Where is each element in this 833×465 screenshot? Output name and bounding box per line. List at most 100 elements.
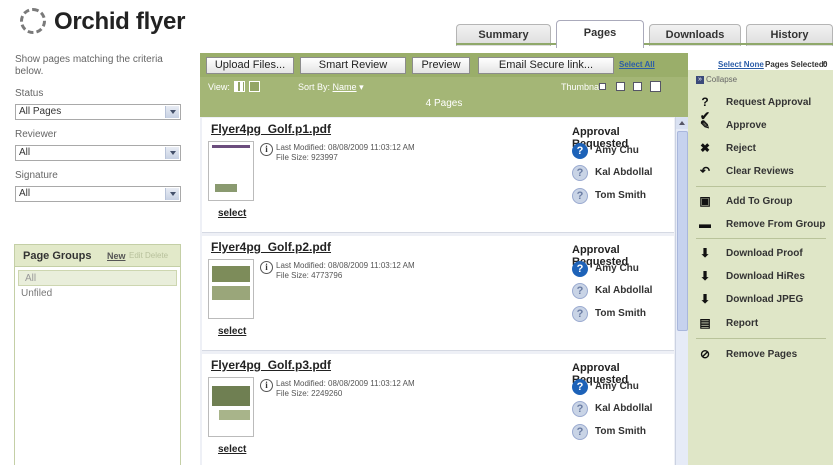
reviewer-name: Kal Abdollal (595, 403, 653, 414)
sort-label: Sort By: (298, 82, 331, 92)
select-none-link[interactable]: Select None (718, 60, 764, 69)
orchid-logo-icon (20, 8, 46, 34)
header: Orchid flyer Summary Pages Downloads His… (0, 0, 833, 48)
thumbnail-xlarge-icon[interactable] (650, 81, 661, 92)
view-label: View: (208, 82, 230, 92)
view-bar: View: Sort By: Name ▾ Thumbnail: 4 Pages (200, 77, 688, 117)
question-icon: ? (572, 165, 588, 181)
select-link[interactable]: select (218, 208, 246, 219)
reviewer-name: Kal Abdollal (595, 285, 653, 296)
question-icon: ? (572, 283, 588, 299)
divider (696, 338, 826, 339)
reviewer-select[interactable]: All (15, 145, 181, 161)
action-toolbar: Upload Files... Smart Review Preview Ema… (200, 53, 688, 77)
status-select[interactable]: All Pages (15, 104, 181, 120)
question-icon: ? (572, 379, 588, 395)
thumbnail-medium-icon[interactable] (616, 82, 625, 91)
filter-sidebar: Show pages matching the criteria below. … (0, 50, 196, 465)
reject-label: Reject (726, 143, 757, 154)
app-title: Orchid flyer (54, 8, 186, 35)
page-file-name[interactable]: Flyer4pg_Golf.p3.pdf (211, 358, 331, 372)
page-groups-panel: Page Groups New Edit Delete All Unfiled (14, 244, 181, 465)
group-item-all[interactable]: All (18, 270, 177, 286)
scroll-thumb[interactable] (677, 131, 688, 331)
thumbnail-small-icon[interactable] (599, 83, 606, 90)
collapse-label: Collapse (706, 75, 738, 84)
approve-icon: ✎ (699, 118, 711, 132)
status-label: Status (15, 88, 44, 99)
request-approval-label: Request Approval (726, 97, 812, 108)
page-meta: Last Modified: 08/08/2009 11:03:12 AM Fi… (276, 261, 415, 281)
remove-pages-icon: ⊘ (699, 347, 711, 361)
thumb-image (212, 266, 250, 282)
thumbnail-large-icon[interactable] (633, 82, 642, 91)
undo-icon: ↶ (699, 164, 711, 178)
thumb-header (212, 145, 250, 148)
grid-view-icon[interactable] (234, 81, 245, 92)
page-list-scrollbar[interactable] (675, 117, 688, 465)
thumb-image (212, 286, 250, 300)
scroll-up-icon[interactable] (676, 117, 688, 129)
select-all-link[interactable]: Select All (619, 60, 655, 69)
upload-files-button[interactable]: Upload Files... (206, 57, 294, 74)
page-file-name[interactable]: Flyer4pg_Golf.p1.pdf (211, 122, 331, 136)
pages-selected-label: Pages Selected: (765, 60, 827, 69)
reviewer-name: Kal Abdollal (595, 167, 653, 178)
reviewer-name: Amy Chu (595, 263, 639, 274)
smart-review-button[interactable]: Smart Review (300, 57, 406, 74)
remove-from-group-label: Remove From Group (726, 219, 826, 230)
collapse-toggle[interactable]: » Collapse (696, 75, 737, 84)
email-secure-link-button[interactable]: Email Secure link... (478, 57, 614, 74)
download-hires-icon: ⬇ (699, 269, 711, 283)
request-approval-icon: ?✔ (699, 95, 711, 123)
reviewer-name: Tom Smith (595, 190, 646, 201)
page-groups-header: Page Groups New Edit Delete (15, 245, 180, 267)
page-thumbnail[interactable] (208, 141, 254, 201)
question-icon: ? (572, 401, 588, 417)
chevron-down-icon (165, 106, 179, 118)
collapse-icon: » (696, 75, 704, 84)
reviewer-label: Reviewer (15, 129, 57, 140)
new-group-link[interactable]: New (107, 251, 126, 261)
download-proof-label: Download Proof (726, 248, 803, 259)
page-thumbnail[interactable] (208, 259, 254, 319)
thumb-image (219, 410, 250, 420)
question-icon: ? (572, 424, 588, 440)
tab-underline (456, 43, 833, 45)
download-hires-label: Download HiRes (726, 271, 805, 282)
reviewer-name: Tom Smith (595, 426, 646, 437)
page-thumbnail[interactable] (208, 377, 254, 437)
report-label: Report (726, 318, 759, 329)
list-view-icon[interactable] (249, 81, 260, 92)
reviewer-value: All (19, 147, 31, 158)
reviewer-name: Amy Chu (595, 145, 639, 156)
remove-pages-label: Remove Pages (726, 349, 798, 360)
select-link[interactable]: select (218, 444, 246, 455)
sort-select[interactable]: Name (333, 82, 357, 92)
chevron-down-icon: ▾ (359, 82, 364, 92)
signature-value: All (19, 188, 31, 199)
question-icon: ? (572, 306, 588, 322)
info-icon[interactable]: i (260, 261, 273, 274)
reviewer-name: Tom Smith (595, 308, 646, 319)
page-list: Flyer4pg_Golf.p1.pdf i Last Modified: 08… (200, 117, 688, 465)
pages-selected-count: 0 (823, 60, 828, 69)
page-file-name[interactable]: Flyer4pg_Golf.p2.pdf (211, 240, 331, 254)
tab-pages[interactable]: Pages (556, 20, 644, 48)
criteria-text: Show pages matching the criteria below. (15, 54, 163, 77)
download-jpeg-icon: ⬇ (699, 292, 711, 306)
file-size: File Size: 923997 (276, 153, 338, 162)
preview-button[interactable]: Preview (412, 57, 470, 74)
info-icon[interactable]: i (260, 143, 273, 156)
select-link[interactable]: select (218, 326, 246, 337)
page-meta: Last Modified: 08/08/2009 11:03:12 AM Fi… (276, 143, 415, 163)
approve-label: Approve (726, 120, 767, 131)
info-icon[interactable]: i (260, 379, 273, 392)
group-item-unfiled[interactable]: Unfiled (15, 286, 180, 302)
download-proof-icon: ⬇ (699, 246, 711, 260)
status-value: All Pages (19, 106, 62, 117)
signature-select[interactable]: All (15, 186, 181, 202)
last-modified: Last Modified: 08/08/2009 11:03:12 AM (276, 379, 415, 388)
page-groups-title: Page Groups (23, 250, 92, 262)
report-icon: ▤ (699, 316, 711, 330)
